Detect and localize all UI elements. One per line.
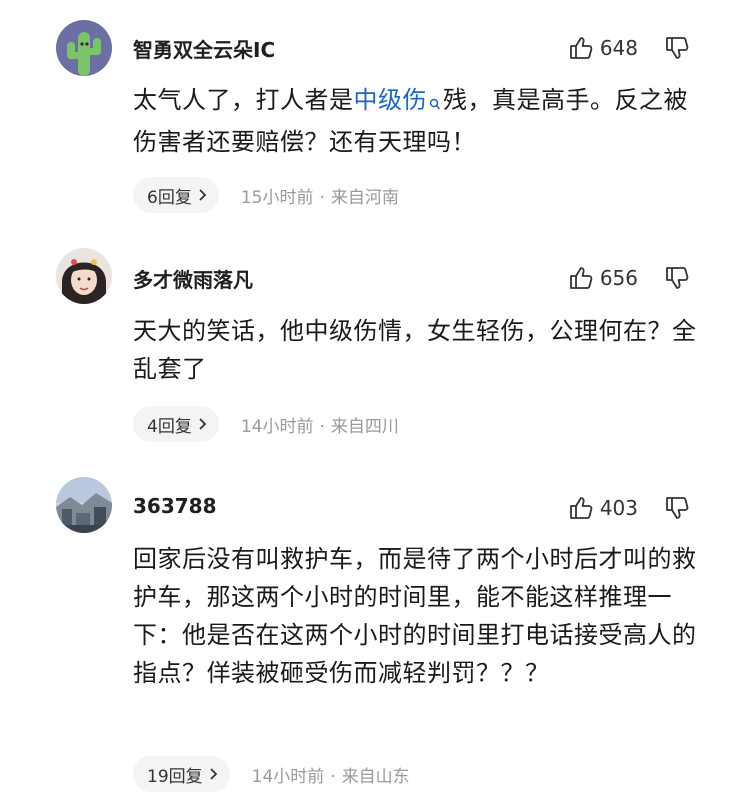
comment-item: 智勇双全云朵IC 648 太气人了，打人者是中级伤 残，真是高手。反之被伤害者还要… (0, 0, 742, 230)
comment-text: 太气人了，打人者是中级伤 残，真是高手。反之被伤害者还要赔偿？还有天理吗！ (133, 81, 703, 161)
like-count: 656 (599, 266, 638, 290)
dislike-button[interactable] (664, 35, 690, 61)
thumbs-down-icon (666, 497, 689, 519)
comment-actions: 648 (568, 33, 690, 63)
like-button[interactable]: 656 (568, 265, 638, 291)
thumbs-up-icon (569, 497, 593, 519)
comment-text: 天大的笑话，他中级伤情，女生轻伤，公理何在？全乱套了 (133, 317, 697, 383)
comment-footer: 19回复 14小时前 · 来自山东 (133, 756, 410, 792)
thumbs-down-icon (666, 37, 689, 59)
thumbs-down-icon (666, 267, 689, 289)
search-icon[interactable] (429, 85, 441, 123)
person-photo-avatar-icon (56, 248, 112, 304)
reply-count-button[interactable]: 6回复 (133, 177, 219, 213)
comment-meta: 14小时前 · 来自四川 (241, 412, 399, 437)
post-time: 14小时前 (240, 416, 314, 437)
post-location: 来自河南 (330, 187, 399, 208)
user-avatar[interactable] (56, 477, 112, 533)
reply-count: 4回复 (147, 416, 192, 437)
comment-item: 多才微雨落凡 656 天大的笑话，他中级伤情，女生轻伤，公理何在？全乱套了 4回… (0, 230, 742, 460)
landscape-photo-avatar-icon (56, 477, 112, 533)
comment-text-part: 太气人了，打人者是 (133, 86, 354, 114)
search-link[interactable]: 中级伤 (354, 86, 428, 114)
chevron-right-icon (199, 189, 207, 201)
user-avatar[interactable] (56, 248, 112, 304)
chevron-right-icon (199, 418, 207, 430)
username[interactable]: 多才微雨落凡 (133, 264, 253, 293)
post-time: 15小时前 (240, 187, 314, 208)
comment-item: 363788 403 回家后没有叫救护车，而是待了两个小时后才叫的救护车，那这两… (0, 460, 742, 792)
comment-text: 回家后没有叫救护车，而是待了两个小时后才叫的救护车，那这两个小时的时间里，能不能… (133, 545, 697, 687)
meta-separator: · (319, 416, 325, 437)
post-time: 14小时前 (251, 766, 325, 787)
thumbs-up-icon (569, 37, 593, 59)
reply-count-button[interactable]: 19回复 (133, 756, 230, 792)
meta-separator: · (330, 766, 336, 787)
username[interactable]: 智勇双全云朵IC (133, 34, 275, 63)
comment-actions: 656 (568, 263, 690, 293)
meta-separator: · (319, 187, 325, 208)
dislike-button[interactable] (664, 265, 690, 291)
comment-footer: 4回复 14小时前 · 来自四川 (133, 406, 399, 442)
user-avatar[interactable] (56, 20, 112, 76)
thumbs-up-icon (569, 267, 593, 289)
comment-meta: 14小时前 · 来自山东 (252, 762, 410, 787)
like-count: 403 (599, 496, 638, 520)
post-location: 来自山东 (341, 766, 410, 787)
like-count: 648 (599, 36, 638, 60)
chevron-right-icon (210, 768, 217, 780)
cactus-avatar-icon (56, 20, 112, 76)
reply-count-button[interactable]: 4回复 (133, 406, 219, 442)
comment-footer: 6回复 15小时前 · 来自河南 (133, 177, 399, 213)
post-location: 来自四川 (330, 416, 399, 437)
comment-meta: 15小时前 · 来自河南 (241, 183, 399, 208)
username[interactable]: 363788 (133, 494, 217, 518)
reply-count: 19回复 (147, 766, 203, 787)
like-button[interactable]: 403 (568, 495, 638, 521)
like-button[interactable]: 648 (568, 35, 638, 61)
dislike-button[interactable] (664, 495, 690, 521)
comment-actions: 403 (568, 493, 690, 523)
reply-count: 6回复 (147, 187, 192, 208)
